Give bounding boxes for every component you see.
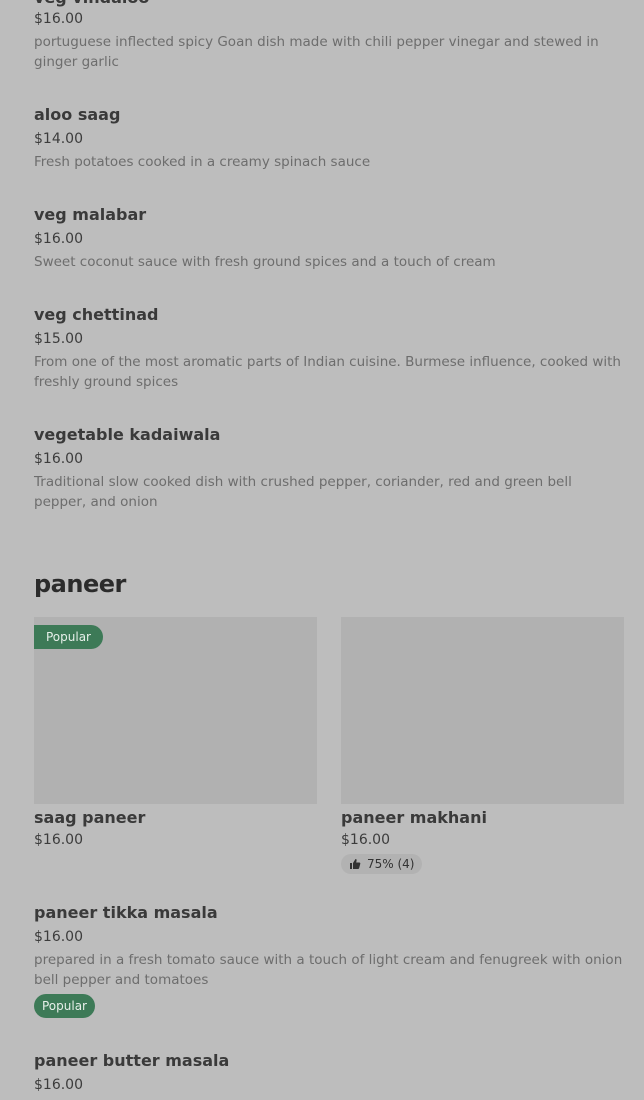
rating-badge: 75% (4) (341, 854, 423, 874)
menu-item-veg-malabar[interactable]: veg malabar $16.00 Sweet coconut sauce w… (34, 205, 624, 272)
rating-text: 75% (4) (367, 857, 415, 871)
menu-item-name: veg malabar (34, 205, 147, 224)
menu-item-name: veg chettinad (34, 305, 159, 324)
thumbs-up-icon (350, 859, 361, 869)
item-image: Popular (34, 617, 317, 804)
menu-item-name: paneer tikka masala (34, 903, 218, 922)
menu-item-price: $15.00 (34, 331, 83, 347)
menu-item-price: $16.00 (34, 1077, 83, 1093)
menu-item-aloo-saag[interactable]: aloo saag $14.00 Fresh potatoes cooked i… (34, 105, 624, 172)
menu-item-description: From one of the most aromatic parts of I… (34, 354, 621, 390)
menu-item-description: Traditional slow cooked dish with crushe… (34, 474, 572, 510)
menu-item-name: paneer makhani (341, 808, 487, 827)
menu-item-description: portuguese inflected spicy Goan dish mad… (34, 34, 599, 70)
menu-item-price: $16.00 (34, 929, 83, 945)
menu-item-name[interactable]: veg vindaloo (34, 0, 149, 8)
menu-card-paneer-makhani[interactable]: paneer makhani $16.00 75% (4) (341, 617, 624, 874)
section-title: paneer (34, 570, 126, 598)
menu-item-name: vegetable kadaiwala (34, 425, 221, 444)
item-image (341, 617, 624, 804)
menu-item-price: $16.00 (34, 231, 83, 247)
menu-item-price: $16.00 (34, 832, 83, 848)
menu-item-veg-chettinad[interactable]: veg chettinad $15.00 From one of the mos… (34, 305, 624, 392)
menu-item-name: saag paneer (34, 808, 146, 827)
popular-badge: Popular (34, 994, 95, 1018)
menu-item-paneer-butter-masala[interactable]: paneer butter masala $16.00 (34, 1051, 624, 1094)
menu-item-veg-vindaloo[interactable]: $16.00 portuguese inflected spicy Goan d… (34, 10, 624, 72)
menu-item-paneer-tikka-masala[interactable]: paneer tikka masala $16.00 prepared in a… (34, 903, 624, 1018)
menu-item-description: Fresh potatoes cooked in a creamy spinac… (34, 154, 371, 170)
menu-item-description: prepared in a fresh tomato sauce with a … (34, 952, 623, 988)
menu-item-description: Sweet coconut sauce with fresh ground sp… (34, 254, 496, 270)
menu-item-name: paneer butter masala (34, 1051, 230, 1070)
popular-badge: Popular (34, 625, 103, 649)
menu-item-price: $16.00 (34, 11, 83, 27)
menu-card-saag-paneer[interactable]: Popular saag paneer $16.00 (34, 617, 317, 849)
menu-item-price: $14.00 (34, 131, 83, 147)
menu-item-name: aloo saag (34, 105, 121, 124)
menu-item-vegetable-kadaiwala[interactable]: vegetable kadaiwala $16.00 Traditional s… (34, 425, 624, 512)
menu-item-price: $16.00 (34, 451, 83, 467)
menu-item-price: $16.00 (341, 832, 390, 848)
